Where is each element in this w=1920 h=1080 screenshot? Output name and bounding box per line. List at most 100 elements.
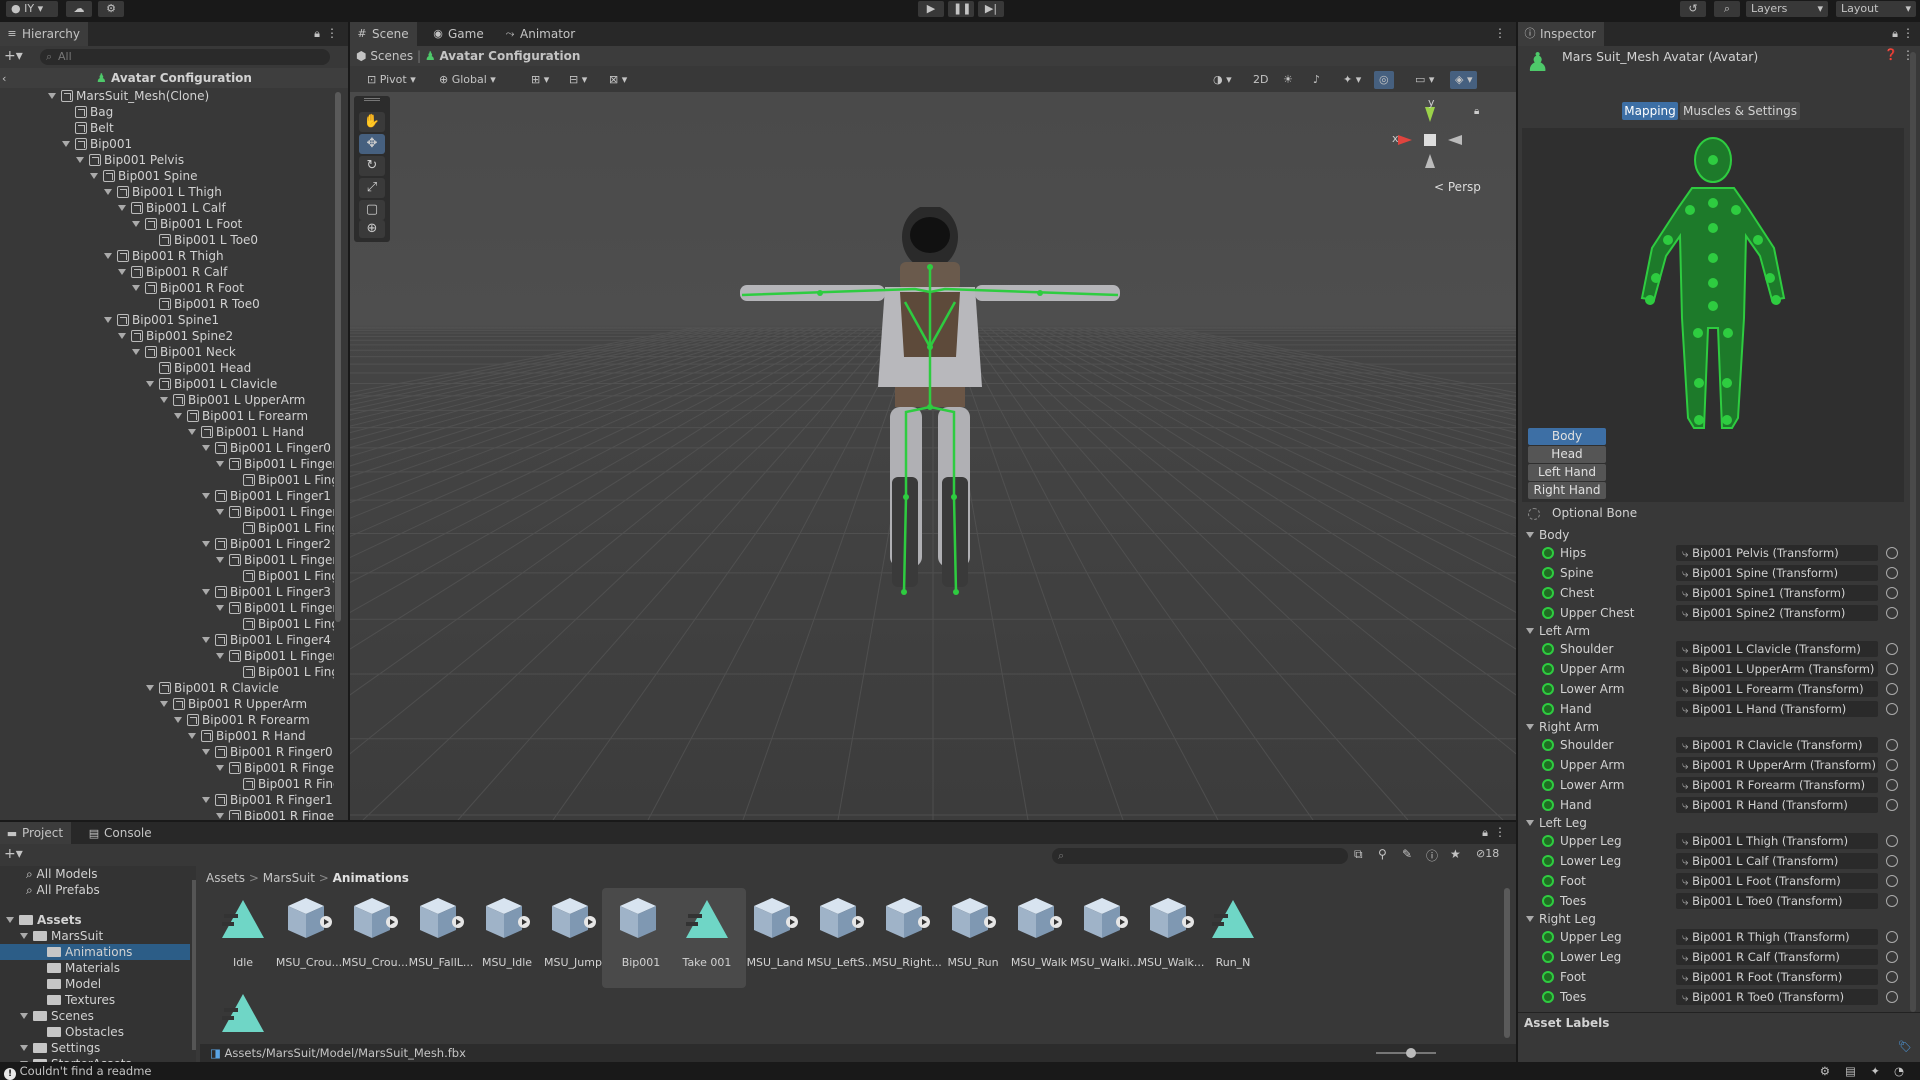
step-button[interactable]: ▶| [978, 1, 1004, 17]
cache-icon[interactable]: ▤ [1845, 1062, 1856, 1080]
bone-status-icon[interactable] [1542, 971, 1554, 983]
transform-object-field[interactable]: ⤷ Bip001 L Hand (Transform) [1676, 701, 1878, 717]
transform-object-field[interactable]: ⤷ Bip001 R Calf (Transform) [1676, 949, 1878, 965]
hierarchy-item[interactable]: Bip001 L Fing [0, 616, 334, 632]
hierarchy-item[interactable]: Bip001 L Forearm [0, 408, 308, 424]
tab-inspector[interactable]: ⓘ Inspector [1518, 22, 1604, 46]
pause-button[interactable]: ❚❚ [948, 1, 974, 17]
bone-status-icon[interactable] [1542, 991, 1554, 1003]
foldout-arrow-icon[interactable] [1526, 916, 1534, 922]
hierarchy-item[interactable]: Bip001 L Hand [0, 424, 304, 440]
layout-dropdown[interactable]: Layout ▾ [1836, 1, 1916, 17]
hierarchy-item[interactable]: Belt [0, 120, 114, 136]
kebab-menu-icon[interactable]: ⋮ [326, 26, 338, 40]
foldout-arrow-icon[interactable] [1526, 820, 1534, 826]
tab-muscles-settings[interactable]: Muscles & Settings [1680, 102, 1800, 120]
transform-object-field[interactable]: ⤷ Bip001 L UpperArm (Transform) [1676, 661, 1878, 677]
folder-tree-item[interactable]: MarsSuit [0, 928, 190, 944]
label-tag-icon[interactable]: 🏷︎ [1898, 1040, 1912, 1053]
hierarchy-item[interactable]: Bip001 Pelvis [0, 152, 184, 168]
transform-object-field[interactable]: ⤷ Bip001 Spine (Transform) [1676, 565, 1878, 581]
expand-arrow-icon[interactable] [188, 429, 196, 435]
object-picker-icon[interactable] [1886, 931, 1898, 943]
expand-arrow-icon[interactable] [160, 397, 168, 403]
gizmos-dropdown[interactable]: ◈ ▾ [1450, 71, 1478, 89]
body-part-button[interactable]: Head [1528, 446, 1606, 463]
search-icon[interactable]: ⌕ [1714, 1, 1740, 17]
lock-icon[interactable]: 🔒︎ [314, 27, 320, 41]
lock-icon[interactable]: 🔒︎ [1892, 27, 1898, 41]
hierarchy-item[interactable]: Bip001 Spine1 [0, 312, 219, 328]
foldout-arrow-icon[interactable] [1526, 724, 1534, 730]
expand-arrow-icon[interactable] [146, 685, 154, 691]
rect-tool-icon[interactable]: ▢ [359, 200, 385, 220]
expand-arrow-icon[interactable] [90, 173, 98, 179]
network-icon[interactable]: ⚙ [1820, 1062, 1830, 1080]
bone-status-icon[interactable] [1542, 643, 1554, 655]
folder-tree-item[interactable]: Settings [0, 1040, 190, 1056]
transform-object-field[interactable]: ⤷ Bip001 R Hand (Transform) [1676, 797, 1878, 813]
bone-status-icon[interactable] [1542, 951, 1554, 963]
transform-object-field[interactable]: ⤷ Bip001 Spine1 (Transform) [1676, 585, 1878, 601]
hierarchy-item[interactable]: Bip001 Spine2 [0, 328, 233, 344]
hierarchy-item[interactable]: Bip001 L UpperArm [0, 392, 305, 408]
transform-object-field[interactable]: ⤷ Bip001 R Forearm (Transform) [1676, 777, 1878, 793]
object-picker-icon[interactable] [1886, 875, 1898, 887]
foldout-arrow-icon[interactable] [1526, 532, 1534, 538]
bone-status-icon[interactable] [1542, 587, 1554, 599]
hierarchy-item[interactable]: Bip001 L Finger [0, 456, 334, 472]
expand-arrow-icon[interactable] [104, 189, 112, 195]
breadcrumb-scenes[interactable]: Scenes [370, 49, 413, 63]
object-picker-icon[interactable] [1886, 951, 1898, 963]
scene-viewport[interactable]: y x 🔒︎ < Persp [350, 92, 1516, 820]
transform-object-field[interactable]: ⤷ Bip001 R UpperArm (Transform) [1676, 757, 1878, 773]
object-picker-icon[interactable] [1886, 895, 1898, 907]
object-picker-icon[interactable] [1886, 971, 1898, 983]
visibility-icon[interactable]: ◎ [1374, 71, 1394, 89]
bone-status-icon[interactable] [1542, 683, 1554, 695]
folder-tree-item[interactable]: Textures [0, 992, 190, 1008]
tab-hierarchy[interactable]: ≡ Hierarchy [0, 22, 89, 46]
rotate-tool-icon[interactable]: ↻ [359, 156, 385, 176]
transform-object-field[interactable]: ⤷ Bip001 L Thigh (Transform) [1676, 833, 1878, 849]
camera-dropdown[interactable]: ▭ ▾ [1410, 71, 1440, 89]
progress-icon[interactable]: ◔ [1894, 1062, 1904, 1080]
hierarchy-item[interactable]: Bip001 L Fing [0, 472, 334, 488]
hierarchy-item[interactable]: Bip001 R Clavicle [0, 680, 279, 696]
tab-mapping[interactable]: Mapping [1622, 102, 1678, 120]
hierarchy-item[interactable]: Bip001 R Fing [0, 776, 334, 792]
hierarchy-item[interactable]: Bip001 L Finger [0, 648, 334, 664]
kebab-menu-icon[interactable]: ⋮ [1494, 26, 1506, 40]
expand-arrow-icon[interactable] [20, 1045, 28, 1051]
settings-icon[interactable]: ⚙ [98, 1, 124, 17]
object-picker-icon[interactable] [1886, 607, 1898, 619]
object-picker-icon[interactable] [1886, 739, 1898, 751]
expand-arrow-icon[interactable] [216, 461, 224, 467]
shading-dropdown[interactable]: ◑ ▾ [1208, 71, 1237, 89]
effects-dropdown[interactable]: ✦ ▾ [1338, 71, 1367, 89]
bone-status-icon[interactable] [1542, 567, 1554, 579]
history-icon[interactable]: ↺ [1680, 1, 1706, 17]
debug-icon[interactable]: ✦ [1870, 1062, 1880, 1080]
hierarchy-item[interactable]: Bip001 [0, 136, 132, 152]
hierarchy-item[interactable]: Bip001 L Finger4 [0, 632, 331, 648]
expand-arrow-icon[interactable] [216, 605, 224, 611]
status-message[interactable]: Couldn't find a readme [20, 1064, 152, 1078]
favorite-search-item[interactable]: ⌕ All Prefabs [26, 882, 100, 898]
asset-tile[interactable]: Run_N [1194, 888, 1272, 988]
tab-project[interactable]: ▬ Project [0, 822, 72, 844]
icon-size-slider-handle[interactable] [1406, 1048, 1416, 1058]
move-tool-icon[interactable]: ✥ [359, 134, 385, 154]
expand-arrow-icon[interactable] [160, 701, 168, 707]
expand-arrow-icon[interactable] [132, 221, 140, 227]
expand-arrow-icon[interactable] [146, 381, 154, 387]
add-icon[interactable]: +▾ [4, 48, 23, 64]
bone-status-icon[interactable] [1542, 739, 1554, 751]
avatar-model[interactable] [720, 207, 1140, 627]
transform-object-field[interactable]: ⤷ Bip001 L Forearm (Transform) [1676, 681, 1878, 697]
cloud-icon[interactable]: ☁ [66, 1, 92, 17]
mapping-section-header[interactable]: Body [1522, 526, 1569, 544]
body-part-button[interactable]: Body [1528, 428, 1606, 445]
expand-arrow-icon[interactable] [20, 933, 28, 939]
expand-arrow-icon[interactable] [202, 445, 210, 451]
